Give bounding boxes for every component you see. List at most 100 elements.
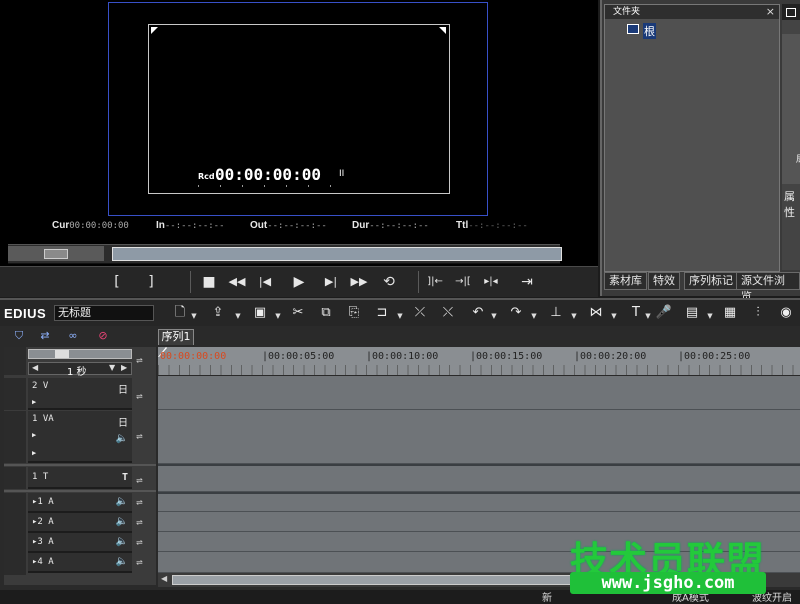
step-back-button[interactable]: |◀ (252, 271, 278, 293)
scroll-left-icon[interactable]: ◀ (161, 574, 167, 583)
track-1t[interactable]: 1 T T (28, 467, 132, 489)
chevron-down-icon[interactable]: ▼ (644, 312, 652, 320)
position-bar[interactable] (112, 247, 562, 261)
chevron-down-icon[interactable]: ▼ (490, 312, 498, 320)
chevron-down-icon[interactable]: ▼ (570, 312, 578, 320)
lane-1va[interactable] (158, 410, 800, 464)
open-project-icon[interactable]: ⇪ (208, 304, 228, 322)
track-4a[interactable]: ▸4 A 🔈 (28, 553, 132, 573)
track-select[interactable] (4, 467, 26, 489)
video-mute-icon[interactable]: 日 (118, 414, 128, 429)
speaker-icon[interactable]: 🔈 (116, 496, 128, 507)
track-mode-icon[interactable]: ⇄ (34, 328, 56, 344)
delete-icon[interactable]: ⤫ (410, 304, 430, 322)
undo-icon[interactable]: ↶ (468, 304, 488, 322)
lock-button[interactable] (4, 361, 26, 375)
transition-icon[interactable]: ⋈ (586, 304, 606, 322)
title-track-icon[interactable]: T (122, 472, 128, 483)
overwrite-button[interactable]: →|[ (450, 271, 476, 293)
play-button[interactable]: ▶ (286, 271, 312, 293)
speaker-icon[interactable]: 🔈 (116, 516, 128, 527)
sync-icon[interactable]: ⇌ (136, 497, 152, 509)
export-button[interactable]: ⇥ (514, 271, 540, 293)
insert-button[interactable]: ]|← (422, 271, 448, 293)
track-select[interactable] (4, 411, 26, 463)
track-select[interactable] (4, 493, 26, 575)
chevron-down-icon[interactable]: ▼ (530, 312, 538, 320)
export-icon[interactable]: ▤ (682, 304, 702, 322)
sync-icon[interactable]: ⇌ (136, 475, 152, 487)
link-icon[interactable]: ∞ (62, 328, 84, 344)
split-icon[interactable]: ⊥ (546, 304, 566, 322)
sync-icon[interactable]: ⇌ (136, 537, 152, 549)
sync-icon[interactable]: ⇌ (136, 431, 152, 443)
loop-button[interactable]: ⟲ (376, 271, 402, 293)
step-forward-button[interactable]: ▶| (318, 271, 344, 293)
sync-icon[interactable]: ⇌ (136, 391, 152, 403)
chevron-down-icon[interactable]: ▼ (610, 312, 618, 320)
tab-source-browser[interactable]: 源文件浏览 (736, 272, 800, 290)
mark-in-button[interactable]: [ (104, 271, 130, 293)
time-ruler[interactable]: 00:00:00:00 |00:00:05:00 |00:00:10:00 |0… (158, 347, 800, 375)
track-1va[interactable]: 1 VA 日 ▶ 🔈 ▶ (28, 411, 132, 463)
lane-2a[interactable] (158, 512, 800, 532)
collapse-button[interactable] (4, 347, 26, 361)
track-2a[interactable]: ▸2 A 🔈 (28, 513, 132, 533)
chevron-down-icon[interactable]: ▼ (234, 312, 242, 320)
close-icon[interactable]: × (766, 5, 775, 19)
sync-icon[interactable]: ⇌ (136, 355, 152, 367)
video-mute-icon[interactable]: 日 (118, 381, 128, 396)
sync-icon[interactable]: ⇌ (136, 557, 152, 569)
extract-button[interactable]: ▸|◂ (478, 271, 504, 293)
lane-1a[interactable] (158, 492, 800, 512)
chevron-left-icon[interactable]: ◀ (32, 363, 38, 372)
lane-2v[interactable] (158, 376, 800, 410)
save-icon[interactable]: ▣ (250, 304, 270, 322)
tab-effects[interactable]: 特效 (648, 272, 680, 290)
tab-library[interactable]: 素材库 (604, 272, 647, 290)
tab-sequence1[interactable]: 序列1 (158, 329, 194, 345)
redo-icon[interactable]: ↷ (506, 304, 526, 322)
shuttle-slider[interactable] (8, 246, 104, 261)
scroll-thumb[interactable] (172, 575, 572, 585)
paste-icon[interactable]: ⎘ (344, 304, 364, 322)
track-2v[interactable]: 2 V 日 ▶ (28, 378, 132, 410)
chevron-down-icon[interactable]: ▼ (396, 312, 404, 320)
chevron-down-icon[interactable]: ▼ (109, 363, 115, 372)
expand-icon[interactable]: ▶ (32, 431, 36, 439)
expand-icon[interactable]: ▶ (32, 398, 36, 406)
mixer-icon[interactable]: ⫶ (748, 304, 768, 322)
sync-icon[interactable]: ⇌ (136, 517, 152, 529)
chevron-down-icon[interactable]: ▼ (274, 312, 282, 320)
color-icon[interactable]: ◉ (776, 304, 796, 322)
scale-selector[interactable]: ◀ 1 秒 ▼ ▶ (28, 362, 132, 375)
title-icon[interactable]: T (626, 304, 646, 322)
layout-icon[interactable]: ▦ (720, 304, 740, 322)
zoom-slider[interactable] (28, 349, 132, 359)
new-sequence-icon[interactable]: 🗋 (170, 304, 190, 322)
chevron-right-icon[interactable]: ▶ (121, 363, 127, 372)
fast-forward-button[interactable]: ▶▶ (346, 271, 372, 293)
track-3a[interactable]: ▸3 A 🔈 (28, 533, 132, 553)
chevron-down-icon[interactable]: ▼ (190, 312, 198, 320)
rewind-button[interactable]: ◀◀ (224, 271, 250, 293)
speaker-icon[interactable]: 🔈 (116, 536, 128, 547)
track-1a[interactable]: ▸1 A 🔈 (28, 493, 132, 513)
cut-icon[interactable]: ✂ (288, 304, 308, 322)
stop-button[interactable]: ■ (196, 271, 222, 293)
ripple-delete-icon[interactable]: ⤬ (438, 304, 458, 322)
chevron-down-icon[interactable]: ▼ (706, 312, 714, 320)
mark-out-button[interactable]: ] (138, 271, 164, 293)
snap-icon[interactable]: ⊘ (92, 328, 114, 344)
speaker-icon[interactable]: 🔈 (116, 556, 128, 567)
copy-icon[interactable]: ⧉ (316, 304, 336, 322)
mode-icon[interactable]: ⛉ (8, 328, 30, 344)
zoom-knob[interactable] (55, 350, 69, 358)
expand-icon[interactable]: ▶ (32, 449, 36, 457)
tab-sequence-markers[interactable]: 序列标记 (684, 272, 738, 290)
track-select[interactable] (4, 378, 26, 410)
voiceover-icon[interactable]: 🎤 (654, 304, 674, 322)
lane-1t[interactable] (158, 464, 800, 492)
shuttle-knob[interactable] (44, 249, 68, 259)
speaker-icon[interactable]: 🔈 (116, 433, 128, 444)
